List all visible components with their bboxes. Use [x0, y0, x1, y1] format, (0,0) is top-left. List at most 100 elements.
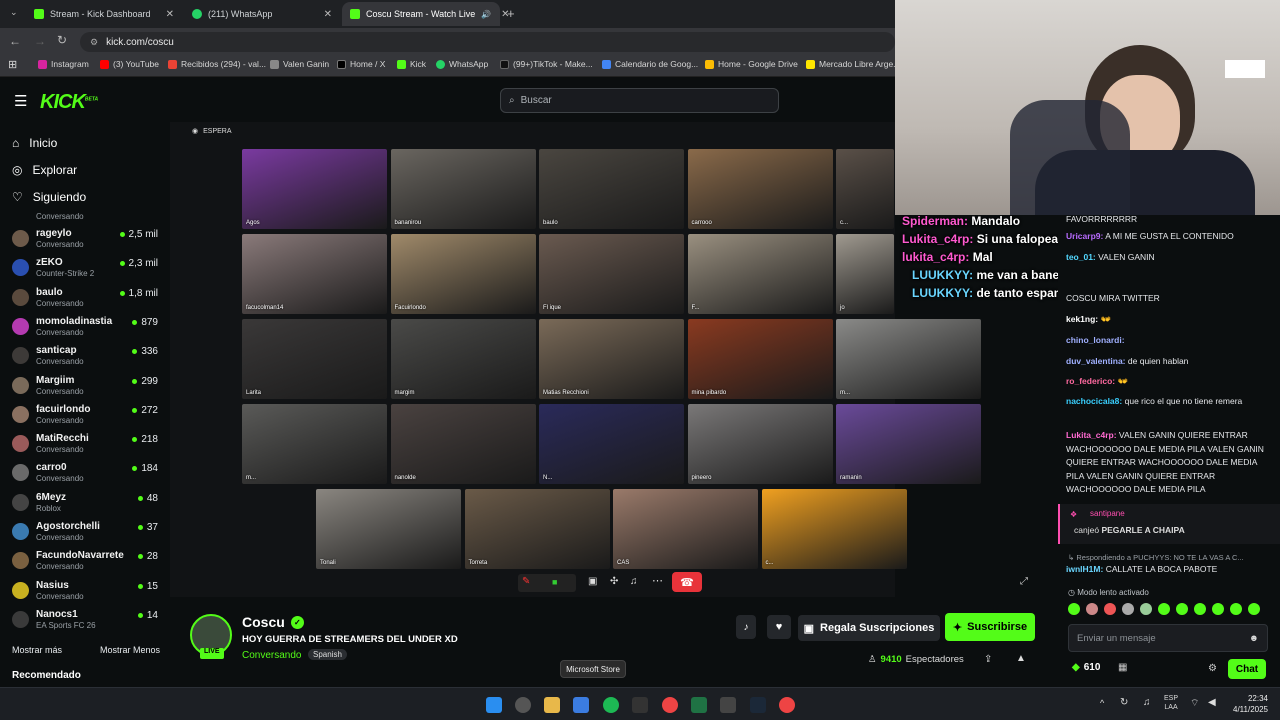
- steam-icon[interactable]: [750, 697, 766, 713]
- camera-toggle-button[interactable]: ■: [548, 574, 576, 592]
- bookmark-kick[interactable]: Kick: [397, 59, 426, 69]
- sidebar-channel[interactable]: facuirlondo Conversando 272: [12, 402, 162, 431]
- sidebar-channel[interactable]: carro0 Conversando 184: [12, 460, 162, 489]
- file-explorer-icon[interactable]: [544, 697, 560, 713]
- more-options-icon[interactable]: ⋯: [652, 574, 663, 587]
- emote-icon[interactable]: [1230, 603, 1242, 615]
- participant-tile[interactable]: jo: [836, 234, 894, 314]
- sidebar-channel[interactable]: Agostorchelli Conversando 37: [12, 519, 162, 548]
- participant-tile[interactable]: ramanin: [836, 404, 981, 484]
- bookmark-whatsapp[interactable]: WhatsApp: [436, 59, 488, 69]
- sidebar-channel[interactable]: MatiRecchi Conversando 218: [12, 431, 162, 460]
- sidebar-channel[interactable]: baulo Conversando 1,8 mil: [12, 285, 162, 314]
- show-more-button[interactable]: Mostrar más: [12, 645, 62, 655]
- bookmark-mercadolibre[interactable]: Mercado Libre Arge...: [806, 59, 900, 69]
- sidebar-channel[interactable]: santicap Conversando 336: [12, 343, 162, 372]
- windows-start-icon[interactable]: [486, 697, 502, 713]
- epic-games-icon[interactable]: [720, 697, 736, 713]
- sidebar-channel[interactable]: Margiim Conversando 299: [12, 373, 162, 402]
- nav-explorar[interactable]: ◎ Explorar: [12, 163, 77, 177]
- bookmark-tiktok[interactable]: (99+)TikTok - Make...: [500, 59, 593, 69]
- site-info-icon[interactable]: ⚙: [90, 37, 98, 48]
- show-less-button[interactable]: Mostrar Menos: [100, 645, 160, 655]
- mic-icon[interactable]: ♫: [1143, 697, 1151, 708]
- participant-tile[interactable]: Tonali: [316, 489, 461, 569]
- participant-tile[interactable]: Agos: [242, 149, 387, 229]
- chrome-icon[interactable]: [662, 697, 678, 713]
- bookmark-x[interactable]: Home / X: [337, 59, 385, 69]
- emote-icon[interactable]: [1194, 603, 1206, 615]
- menu-icon[interactable]: ☰: [14, 92, 27, 110]
- emote-icon[interactable]: [1158, 603, 1170, 615]
- wifi-icon[interactable]: ⌔: [1190, 697, 1199, 710]
- address-bar[interactable]: ⚙ kick.com/coscu: [80, 32, 895, 52]
- bookmark-gmail[interactable]: Recibidos (294) - val...: [168, 59, 266, 69]
- tab-list-icon[interactable]: ⌄: [10, 7, 18, 18]
- gift-subs-button[interactable]: ▣ Regala Suscripciones: [798, 615, 940, 641]
- emoji-icon[interactable]: ☻: [1249, 633, 1259, 644]
- emote-icon[interactable]: [1176, 603, 1188, 615]
- sidebar-channel[interactable]: Nanocs1 EA Sports FC 26 14: [12, 607, 162, 636]
- emote-icon[interactable]: [1104, 603, 1116, 615]
- network-icon[interactable]: ↻: [1120, 697, 1128, 708]
- nav-inicio[interactable]: ⌂ Inicio: [12, 136, 57, 150]
- follow-button[interactable]: ♥: [767, 615, 791, 639]
- back-icon[interactable]: ←: [9, 34, 21, 48]
- tab-kick-dashboard[interactable]: Stream - Kick Dashboard ✕: [26, 2, 182, 26]
- hang-up-button[interactable]: ☎: [672, 572, 702, 592]
- chat-username[interactable]: Lukita_c4rp:: [1066, 430, 1117, 440]
- forward-icon[interactable]: →: [34, 34, 46, 48]
- participant-tile[interactable]: Facuirlondo: [390, 234, 536, 314]
- channel-name[interactable]: Coscu ✓: [242, 614, 304, 630]
- bookmark-instagram[interactable]: Instagram: [38, 59, 89, 69]
- emote-icon[interactable]: [1068, 603, 1080, 615]
- participant-tile[interactable]: pineero: [687, 404, 833, 484]
- bookmark-valen-ganin[interactable]: Valen Ganin: [270, 59, 329, 69]
- participant-tile[interactable]: CAS: [613, 489, 758, 569]
- emote-icon[interactable]: [1248, 603, 1260, 615]
- participant-tile[interactable]: N...: [539, 404, 684, 484]
- sidebar-channel[interactable]: rageylo Conversando 2,5 mil: [12, 226, 162, 255]
- bookmark-drive[interactable]: Home - Google Drive: [705, 59, 798, 69]
- participant-tile[interactable]: Matias Recchioni: [539, 319, 684, 399]
- participant-tile[interactable]: c...: [761, 489, 907, 569]
- participant-tile[interactable]: c...: [836, 149, 894, 229]
- language-tag[interactable]: Spanish: [308, 649, 347, 660]
- share-icon[interactable]: ⇪: [984, 654, 992, 665]
- input-language[interactable]: ESP LAA: [1164, 694, 1178, 712]
- clock[interactable]: 22:34 4/11/2025: [1222, 693, 1268, 715]
- activities-icon[interactable]: ✣: [610, 576, 618, 587]
- emote-icon[interactable]: [1212, 603, 1224, 615]
- chat-username[interactable]: iwnlH1M:: [1066, 564, 1103, 574]
- tray-chevron-icon[interactable]: ^: [1100, 698, 1104, 708]
- tab-coscu-stream[interactable]: Coscu Stream - Watch Live 🔊 ✕: [342, 2, 510, 26]
- chrome-active-icon[interactable]: [779, 697, 795, 713]
- video-player[interactable]: ◉ ESPERA Agos bananirou baulo carrooo c... fac…: [170, 122, 1114, 597]
- participant-tile[interactable]: F...: [687, 234, 833, 314]
- participant-tile[interactable]: nanolde: [390, 404, 536, 484]
- search-input[interactable]: ⌕ Buscar: [500, 88, 779, 113]
- chat-username[interactable]: chino_lonardi:: [1066, 335, 1125, 345]
- participant-tile[interactable]: m...: [242, 404, 387, 484]
- participant-tile[interactable]: facucolman14: [242, 234, 387, 314]
- emote-icon[interactable]: [1122, 603, 1134, 615]
- obs-icon[interactable]: [515, 697, 531, 713]
- participant-tile[interactable]: Larita: [242, 319, 387, 399]
- tab-whatsapp[interactable]: (211) WhatsApp ✕: [184, 2, 340, 26]
- sidebar-channel[interactable]: 6Meyz Roblox 48: [12, 490, 162, 519]
- bookmark-youtube[interactable]: (3) YouTube: [100, 59, 159, 69]
- chat-send-button[interactable]: Chat: [1228, 659, 1266, 679]
- close-icon[interactable]: ✕: [166, 9, 174, 20]
- kick-logo[interactable]: KICKBETA: [40, 91, 98, 114]
- redeem-user[interactable]: santipane: [1090, 509, 1125, 518]
- nav-siguiendo[interactable]: ♡ Siguiendo: [12, 190, 86, 204]
- soundboard-icon[interactable]: ♫: [630, 576, 638, 587]
- participant-tile[interactable]: m...: [836, 319, 981, 399]
- emote-icon[interactable]: [1086, 603, 1098, 615]
- chat-input[interactable]: Enviar un mensaje ☻: [1068, 624, 1268, 652]
- participant-tile[interactable]: Fl ique: [539, 234, 684, 314]
- subscribe-button[interactable]: ✦ Suscribirse: [945, 613, 1035, 641]
- participant-tile[interactable]: baulo: [539, 149, 684, 229]
- audio-playing-icon[interactable]: 🔊: [481, 10, 491, 19]
- chat-username[interactable]: teo_01:: [1066, 252, 1096, 262]
